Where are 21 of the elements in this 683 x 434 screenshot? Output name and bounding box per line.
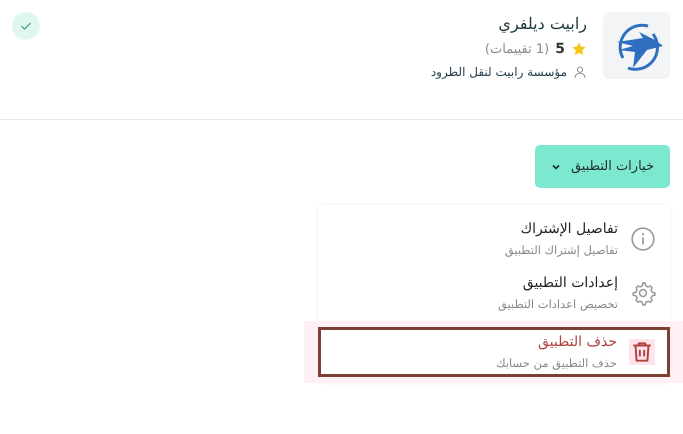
menu-item-title: إعدادات التطبيق <box>522 275 618 291</box>
menu-item-subtitle: تخصيص اعدادات التطبيق <box>498 297 618 311</box>
info-icon <box>630 226 656 252</box>
user-icon <box>573 65 587 79</box>
menu-item-title: تفاصيل الإشتراك <box>520 221 618 237</box>
menu-item-subtitle: تفاصيل إشتراك التطبيق <box>504 243 618 257</box>
menu-item-subtitle: حذف التطبيق من حسابك <box>496 356 617 370</box>
trash-icon <box>629 339 655 365</box>
menu-item-highlight[interactable]: حذف التطبيق حذف التطبيق من حسابك <box>304 321 683 383</box>
app-name: رابيت ديلفري <box>497 14 587 33</box>
star-icon <box>571 41 587 57</box>
menu-item[interactable]: تفاصيل الإشتراك تفاصيل إشتراك التطبيق <box>318 213 670 267</box>
company-name: مؤسسة رابيت لنقل الطرود <box>430 65 567 79</box>
review-count: (1 تقييمات) <box>484 42 550 56</box>
dolphin-logo <box>603 12 670 79</box>
settings-icon <box>630 280 656 306</box>
menu-item[interactable]: حذف التطبيق حذف التطبيق من حسابك <box>318 327 670 377</box>
menu-item-title: حذف التطبيق <box>537 334 617 350</box>
app-options-button[interactable]: خيارات التطبيق <box>534 145 670 188</box>
menu-item[interactable]: إعدادات التطبيق تخصيص اعدادات التطبيق <box>318 267 670 321</box>
rating-value: 5 <box>555 41 565 57</box>
